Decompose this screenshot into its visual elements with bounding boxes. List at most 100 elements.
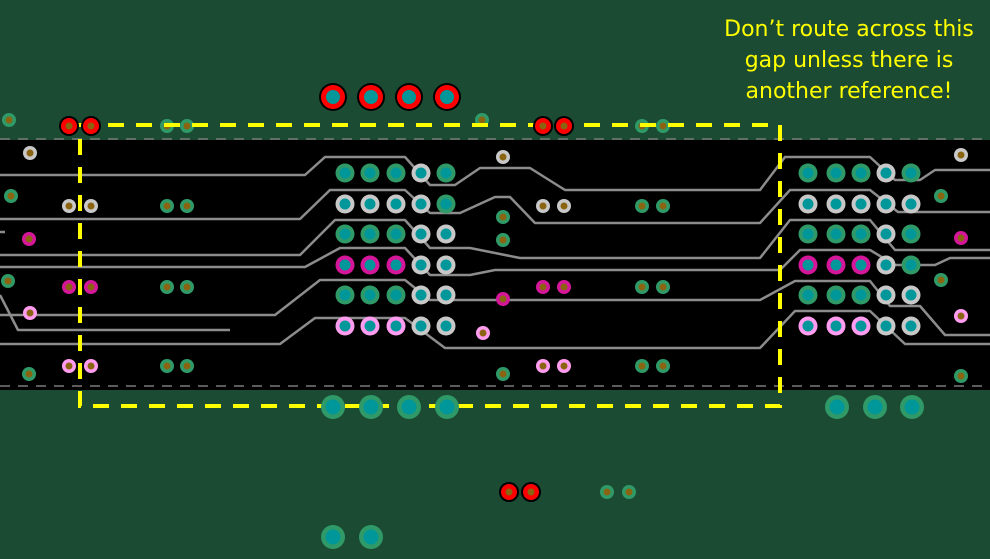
drill-hole: [339, 320, 351, 332]
via: [851, 285, 871, 305]
via: [411, 255, 431, 275]
via: [436, 316, 456, 336]
drill-hole: [415, 198, 427, 210]
drill-hole: [560, 202, 568, 210]
via: [635, 359, 649, 373]
via: [321, 395, 345, 419]
drill-hole: [638, 202, 646, 210]
drill-hole: [163, 202, 171, 210]
via: [335, 285, 355, 305]
drill-hole: [339, 228, 351, 240]
via: [335, 224, 355, 244]
drill-hole: [830, 228, 842, 240]
via: [22, 232, 36, 246]
drill-hole: [802, 259, 814, 271]
drill-hole: [326, 90, 340, 104]
via: [901, 224, 921, 244]
drill-hole: [163, 362, 171, 370]
via: [876, 163, 896, 183]
drill-hole: [905, 289, 917, 301]
drill-hole: [539, 362, 547, 370]
drill-hole: [440, 167, 452, 179]
via: [360, 194, 380, 214]
via: [476, 326, 490, 340]
drill-hole: [603, 488, 611, 496]
drill-hole: [87, 362, 95, 370]
via: [826, 224, 846, 244]
drill-hole: [638, 283, 646, 291]
via: [335, 194, 355, 214]
drill-hole: [26, 149, 34, 157]
drill-hole: [499, 236, 507, 244]
via: [436, 163, 456, 183]
drill-hole: [390, 289, 402, 301]
drill-hole: [560, 283, 568, 291]
via: [335, 316, 355, 336]
via: [876, 194, 896, 214]
via: [536, 280, 550, 294]
drill-hole: [439, 399, 455, 415]
drill-hole: [659, 362, 667, 370]
via: [321, 525, 345, 549]
drill-hole: [364, 320, 376, 332]
drill-hole: [499, 213, 507, 221]
drill-hole: [802, 320, 814, 332]
drill-hole: [440, 90, 454, 104]
drill-hole: [390, 259, 402, 271]
drill-hole: [937, 192, 945, 200]
via: [319, 83, 347, 111]
via: [360, 255, 380, 275]
via: [4, 189, 18, 203]
via: [411, 316, 431, 336]
drill-hole: [829, 399, 845, 415]
via: [496, 233, 510, 247]
via: [934, 189, 948, 203]
via: [876, 285, 896, 305]
via: [1, 274, 15, 288]
via: [160, 280, 174, 294]
drill-hole: [25, 235, 33, 243]
via: [84, 280, 98, 294]
note-line-3: another reference!: [745, 79, 953, 104]
via: [622, 485, 636, 499]
drill-hole: [905, 320, 917, 332]
via: [386, 285, 406, 305]
via: [436, 285, 456, 305]
via: [656, 359, 670, 373]
via: [798, 163, 818, 183]
via: [499, 482, 519, 502]
drill-hole: [802, 198, 814, 210]
drill-hole: [390, 167, 402, 179]
drill-hole: [390, 320, 402, 332]
drill-hole: [499, 153, 507, 161]
drill-hole: [659, 283, 667, 291]
drill-hole: [440, 228, 452, 240]
note-line-1: Don’t route across this: [724, 17, 974, 42]
drill-hole: [440, 198, 452, 210]
via: [901, 163, 921, 183]
drill-hole: [26, 309, 34, 317]
drill-hole: [363, 529, 379, 545]
via: [335, 163, 355, 183]
drill-hole: [415, 289, 427, 301]
drill-hole: [87, 122, 95, 130]
drill-hole: [880, 289, 892, 301]
drill-hole: [479, 329, 487, 337]
via: [954, 369, 968, 383]
drill-hole: [339, 167, 351, 179]
via: [900, 395, 924, 419]
via: [901, 255, 921, 275]
via: [357, 83, 385, 111]
drill-hole: [4, 277, 12, 285]
via: [826, 163, 846, 183]
drill-hole: [855, 198, 867, 210]
drill-hole: [402, 90, 416, 104]
via: [496, 367, 510, 381]
drill-hole: [539, 283, 547, 291]
drill-hole: [415, 320, 427, 332]
drill-hole: [855, 289, 867, 301]
via: [600, 485, 614, 499]
via: [557, 199, 571, 213]
via: [901, 316, 921, 336]
via: [59, 116, 79, 136]
